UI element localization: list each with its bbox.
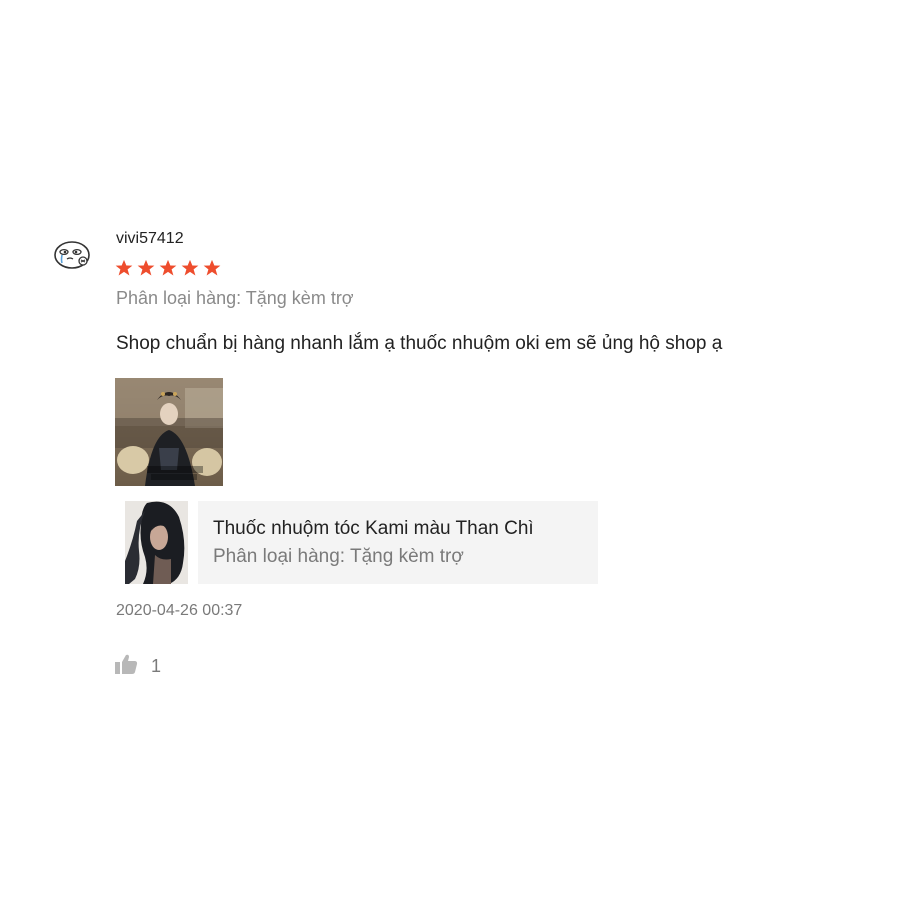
like-count: 1: [151, 656, 162, 676]
review-photo-image: [115, 378, 223, 486]
review-comment: Shop chuẩn bị hàng nhanh lắm ạ thuốc nhu…: [116, 333, 723, 354]
product-variation: Phân loại hàng: Tặng kèm trợ: [213, 546, 464, 567]
product-name[interactable]: Thuốc nhuộm tóc Kami màu Than Chì: [213, 518, 585, 540]
product-thumbnail[interactable]: [125, 501, 188, 584]
crying-face-icon: [53, 237, 91, 275]
username[interactable]: vivi57412: [116, 230, 184, 248]
review-timestamp: 2020-04-26 00:37: [116, 602, 243, 619]
product-card[interactable]: Thuốc nhuộm tóc Kami màu Than Chì Phân l…: [116, 501, 598, 584]
review-item: vivi57412 Phân loại hàng: Tặng kèm trợ S…: [0, 0, 903, 903]
star-icon: [115, 259, 133, 276]
like-button[interactable]: [114, 653, 138, 675]
star-icon: [203, 259, 221, 276]
product-thumbnail-image: [125, 501, 188, 584]
star-icon: [181, 259, 199, 276]
star-icon: [159, 259, 177, 276]
thumbs-up-icon: [115, 654, 138, 674]
review-variation: Phân loại hàng: Tặng kèm trợ: [116, 288, 354, 308]
review-photo[interactable]: [115, 378, 223, 486]
star-rating: [115, 259, 221, 279]
user-avatar[interactable]: [52, 236, 92, 276]
product-info: Thuốc nhuộm tóc Kami màu Than Chì Phân l…: [198, 501, 598, 584]
star-icon: [137, 259, 155, 276]
